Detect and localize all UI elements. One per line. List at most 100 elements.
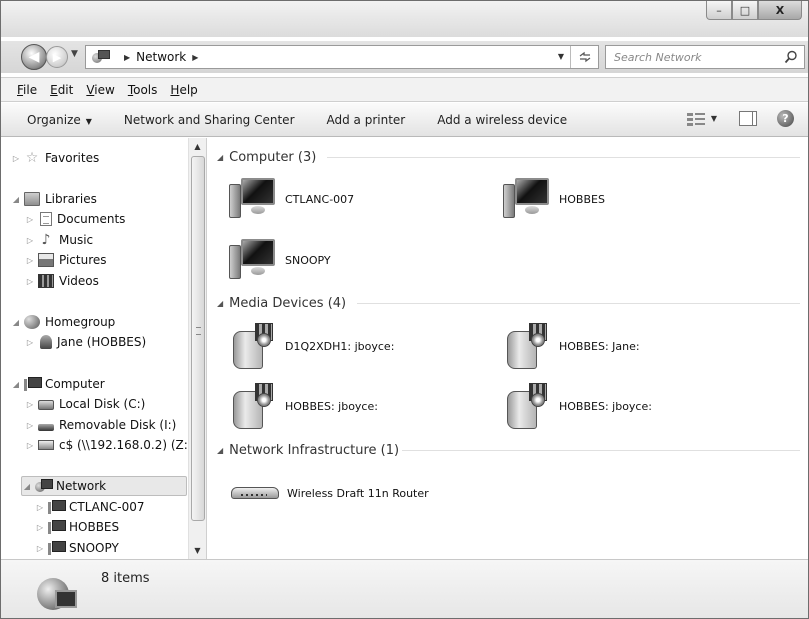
hard-disk-icon xyxy=(38,400,54,410)
nav-favorites[interactable]: ▷ ☆ Favorites xyxy=(11,148,99,168)
breadcrumb-separator-icon[interactable]: ▶ xyxy=(192,53,198,62)
menu-view[interactable]: View xyxy=(86,83,114,97)
content-pane: ◢ Computer (3) CTLANC-007 HOBBES SNOOPY ◢… xyxy=(207,138,808,559)
menu-file[interactable]: File xyxy=(17,83,37,97)
media-device-item[interactable]: HOBBES: Jane: xyxy=(503,321,640,371)
refresh-button[interactable] xyxy=(570,46,598,68)
menu-edit[interactable]: Edit xyxy=(50,83,73,97)
address-dropdown-icon[interactable]: ▼ xyxy=(558,52,564,61)
scroll-thumb[interactable] xyxy=(191,156,205,521)
computer-item[interactable]: SNOOPY xyxy=(229,235,331,285)
refresh-icon xyxy=(579,51,590,63)
nav-network-drive[interactable]: ▷ c$ (\\192.168.0.2) (Z:) xyxy=(25,435,193,455)
scroll-up-arrow-icon[interactable]: ▲ xyxy=(189,138,206,155)
nav-computer[interactable]: ◢ Computer xyxy=(11,374,105,394)
expand-icon: ▷ xyxy=(36,543,44,553)
search-box[interactable] xyxy=(605,45,805,69)
pictures-icon xyxy=(38,253,54,267)
collapse-icon: ◢ xyxy=(23,481,31,491)
computer-item[interactable]: CTLANC-007 xyxy=(229,174,354,224)
recent-pages-dropdown[interactable]: ▼ xyxy=(71,49,78,59)
expand-icon: ▷ xyxy=(36,522,44,532)
router-icon xyxy=(229,483,281,503)
chevron-down-icon: ▼ xyxy=(71,49,78,59)
star-icon: ☆ xyxy=(25,150,39,166)
nav-local-disk[interactable]: ▷ Local Disk (C:) xyxy=(25,394,145,414)
nav-libraries[interactable]: ◢ Libraries xyxy=(11,189,97,209)
preview-pane-icon[interactable] xyxy=(739,111,757,126)
network-drive-icon xyxy=(38,440,54,450)
computer-icon xyxy=(24,377,42,391)
expand-icon: ▷ xyxy=(26,235,34,245)
add-printer-button[interactable]: Add a printer xyxy=(327,113,406,127)
expand-icon: ▷ xyxy=(12,153,20,163)
media-device-icon xyxy=(503,381,553,431)
forward-button[interactable]: ▶ xyxy=(46,46,68,68)
media-device-item[interactable]: HOBBES: jboyce: xyxy=(503,381,652,431)
maximize-button[interactable]: □ xyxy=(732,1,758,20)
scroll-down-arrow-icon[interactable]: ▼ xyxy=(189,542,206,559)
nav-network-pc[interactable]: ▷ CTLANC-007 xyxy=(35,497,144,517)
menu-tools[interactable]: Tools xyxy=(128,83,158,97)
computer-icon xyxy=(229,176,279,222)
change-view-icon[interactable] xyxy=(686,111,705,127)
back-button[interactable]: ◀ xyxy=(21,44,47,70)
router-item[interactable]: Wireless Draft 11n Router xyxy=(229,468,429,518)
details-pane: 8 items xyxy=(1,559,808,618)
media-device-icon xyxy=(229,321,279,371)
media-device-icon xyxy=(503,321,553,371)
search-icon[interactable] xyxy=(784,50,798,64)
view-controls: ▼ ? xyxy=(686,110,794,127)
collapse-icon: ◢ xyxy=(12,317,20,327)
minimize-button[interactable]: – xyxy=(706,1,732,20)
user-icon xyxy=(40,335,52,349)
nav-music[interactable]: ▷ ♪ Music xyxy=(25,230,93,250)
expand-icon: ▷ xyxy=(26,255,34,265)
media-device-item[interactable]: HOBBES: jboyce: xyxy=(229,381,378,431)
nav-documents[interactable]: ▷ Documents xyxy=(25,209,125,229)
computer-icon xyxy=(229,237,279,283)
nav-network-pc[interactable]: ▷ HOBBES xyxy=(35,517,119,537)
nav-homegroup-user[interactable]: ▷ Jane (HOBBES) xyxy=(25,332,146,352)
nav-network[interactable]: ◢ Network xyxy=(21,476,187,496)
menu-help[interactable]: Help xyxy=(170,83,197,97)
nav-videos[interactable]: ▷ Videos xyxy=(25,271,99,291)
nav-pictures[interactable]: ▷ Pictures xyxy=(25,250,107,270)
collapse-icon: ◢ xyxy=(12,379,20,389)
collapse-icon: ◢ xyxy=(217,298,224,308)
expand-icon: ▷ xyxy=(26,420,34,430)
add-wireless-device-button[interactable]: Add a wireless device xyxy=(437,113,567,127)
breadcrumb-separator-icon[interactable]: ▶ xyxy=(124,53,130,62)
nav-network-pc[interactable]: ▷ SNOOPY xyxy=(35,538,119,558)
homegroup-icon xyxy=(24,315,40,329)
media-device-item[interactable]: D1Q2XDH1: jboyce: xyxy=(229,321,394,371)
view-options-dropdown-icon[interactable]: ▼ xyxy=(711,114,717,123)
title-bar: – □ X xyxy=(1,1,808,37)
media-device-icon xyxy=(229,381,279,431)
videos-icon xyxy=(38,274,54,288)
computer-icon xyxy=(503,176,553,222)
address-bar[interactable]: ▶ Network ▶ ▼ xyxy=(85,45,599,69)
network-sharing-center-button[interactable]: Network and Sharing Center xyxy=(124,113,295,127)
help-icon[interactable]: ? xyxy=(777,110,794,127)
group-header-computer[interactable]: ◢ Computer (3) xyxy=(217,147,316,167)
nav-removable-disk[interactable]: ▷ Removable Disk (I:) xyxy=(25,415,176,435)
collapse-icon: ◢ xyxy=(217,445,224,455)
group-header-media-devices[interactable]: ◢ Media Devices (4) xyxy=(217,293,346,313)
search-input[interactable] xyxy=(614,50,774,64)
close-button[interactable]: X xyxy=(758,1,802,20)
computer-item[interactable]: HOBBES xyxy=(503,174,605,224)
computer-icon xyxy=(48,500,66,514)
libraries-icon xyxy=(24,192,40,206)
back-arrow-icon: ◀ xyxy=(28,49,40,65)
computer-icon xyxy=(48,520,66,534)
expand-icon: ▷ xyxy=(26,440,34,450)
nav-scrollbar[interactable]: ▲ ▼ xyxy=(188,138,206,559)
organize-button[interactable]: Organize ▼ xyxy=(27,113,92,127)
nav-homegroup[interactable]: ◢ Homegroup xyxy=(11,312,115,332)
expand-icon: ▷ xyxy=(26,276,34,286)
chevron-down-icon: ▼ xyxy=(85,116,92,126)
breadcrumb-network[interactable]: Network xyxy=(136,50,186,64)
group-header-network-infrastructure[interactable]: ◢ Network Infrastructure (1) xyxy=(217,440,399,460)
expand-icon: ▷ xyxy=(26,337,34,347)
